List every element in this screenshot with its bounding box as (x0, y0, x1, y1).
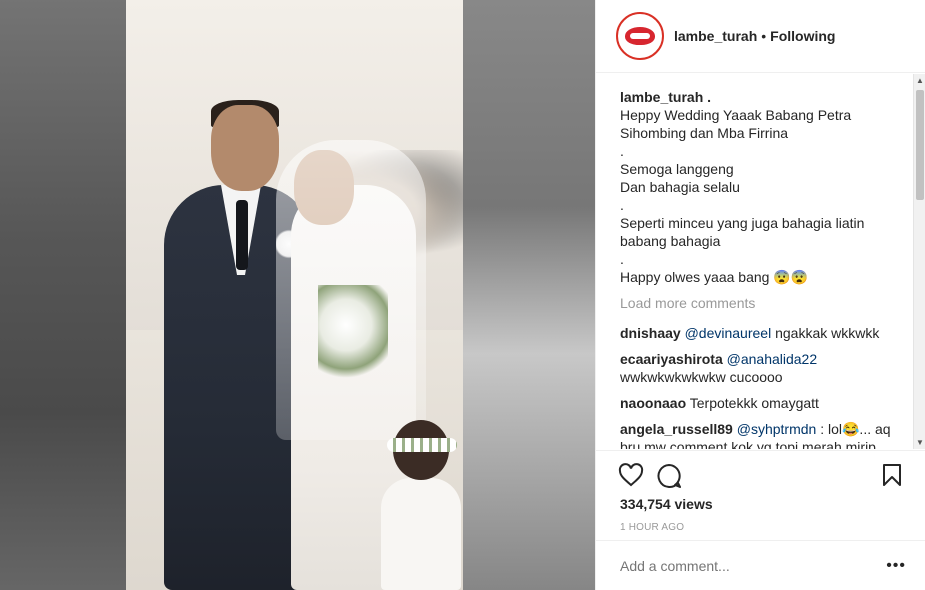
comment-item: dnishaay @devinaureel ngakkak wkkwkk (620, 324, 906, 342)
action-bar (596, 450, 925, 490)
comment-username[interactable]: ecaariyashirota (620, 351, 723, 367)
scrollbar-thumb[interactable] (916, 90, 924, 200)
post-timestamp[interactable]: 1 HOUR AGO (620, 522, 684, 533)
comment-bubble-icon[interactable] (656, 463, 682, 489)
avatar[interactable] (616, 12, 664, 60)
lips-logo-icon (625, 27, 655, 45)
comment-mention[interactable]: @devinaureel (685, 325, 772, 341)
bookmark-icon[interactable] (882, 463, 902, 487)
comment-text: Terpotekkk omaygatt (686, 395, 819, 411)
post-header: lambe_turah • Following (596, 0, 925, 73)
caption-line: Seperti minceu yang juga bahagia liatin (620, 215, 865, 231)
post-viewer: lambe_turah • Following lambe_turah . Hepp… (0, 0, 925, 590)
comment-text: wwkwkwkwkwkw cucoooo (620, 369, 783, 385)
caption-line: Sihombing dan Mba Firrina (620, 125, 789, 141)
post-sidebar: lambe_turah • Following lambe_turah . Hepp… (595, 0, 925, 590)
caption-line: . (620, 143, 624, 159)
caption-line: . (620, 251, 624, 267)
view-count[interactable]: 334,754 views (620, 496, 713, 512)
caption-line: . (620, 197, 624, 213)
scroll-up-arrow-icon[interactable]: ▲ (916, 76, 924, 85)
comment-mention[interactable]: @syhptrmdn (737, 421, 817, 437)
comments-scrollbar[interactable]: ▲ ▼ (913, 74, 925, 449)
blurred-background-left (0, 0, 126, 590)
comment-mention[interactable]: @anahalida22 (727, 351, 818, 367)
video-frame[interactable] (126, 0, 463, 590)
comments-panel[interactable]: lambe_turah . Heppy Wedding Yaaak Babang… (596, 74, 925, 449)
blurred-background-right (463, 0, 595, 590)
comment-username[interactable]: dnishaay (620, 325, 681, 341)
add-comment-input[interactable] (620, 557, 880, 574)
comment-text: ngakkak wkkwkk (771, 325, 880, 341)
load-more-comments-link[interactable]: Load more comments (620, 294, 906, 312)
following-button[interactable]: Following (770, 28, 835, 44)
caption-line: Semoga langgeng (620, 161, 734, 177)
caption-username[interactable]: lambe_turah . (620, 88, 906, 106)
comment-username[interactable]: angela_russell89 (620, 421, 733, 437)
bouquet (318, 285, 388, 385)
groom-head (211, 105, 279, 191)
more-options-icon[interactable]: ••• (886, 557, 906, 575)
header-separator: • (761, 28, 767, 44)
scroll-down-arrow-icon[interactable]: ▼ (916, 438, 924, 447)
comment-item: naoonaao Terpotekkk omaygatt (620, 394, 906, 412)
flower-girl (381, 420, 461, 590)
flower-crown (387, 438, 457, 452)
caption-line: Happy olwes yaaa bang 😨😨 (620, 269, 809, 285)
caption-line: babang bahagia (620, 233, 721, 249)
comment-username[interactable]: naoonaao (620, 395, 686, 411)
groom-tie (236, 200, 248, 270)
caption-line: Dan bahagia selalu (620, 179, 740, 195)
heart-icon[interactable] (618, 463, 644, 487)
add-comment-bar: ••• (596, 540, 925, 590)
caption-line: Heppy Wedding Yaaak Babang Petra (620, 107, 852, 123)
video-player[interactable] (0, 0, 595, 590)
comment-item: angela_russell89 @syhptrmdn : lol😂... aq… (620, 420, 906, 449)
header-username[interactable]: lambe_turah (674, 28, 757, 44)
comment-item: ecaariyashirota @anahalida22 wwkwkwkwkwk… (620, 350, 906, 386)
